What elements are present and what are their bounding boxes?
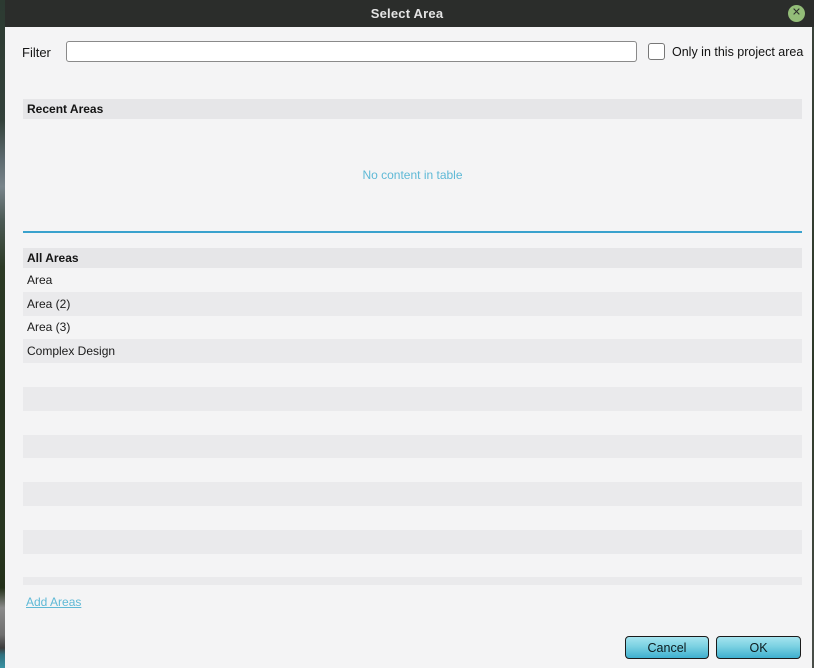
dialog-titlebar[interactable]: Select Area ✕	[0, 0, 814, 27]
close-button[interactable]: ✕	[788, 5, 805, 22]
only-in-project-checkbox[interactable]	[648, 43, 665, 60]
all-areas-rows: Area Area (2) Area (3) Complex Design	[23, 268, 802, 585]
close-icon: ✕	[791, 6, 802, 19]
table-row[interactable]	[23, 482, 802, 506]
cancel-button[interactable]: Cancel	[625, 636, 709, 659]
ok-button[interactable]: OK	[716, 636, 801, 659]
table-row[interactable]	[23, 458, 802, 482]
table-row[interactable]	[23, 577, 802, 585]
recent-areas-header: Recent Areas	[23, 99, 802, 119]
table-row[interactable]	[23, 554, 802, 578]
table-row[interactable]	[23, 506, 802, 530]
filter-input[interactable]	[66, 41, 637, 62]
filter-label: Filter	[22, 45, 51, 60]
desktop-background-sliver-left	[0, 0, 5, 668]
recent-areas-header-label: Recent Areas	[27, 102, 104, 116]
table-row[interactable]: Area	[23, 268, 802, 292]
table-row[interactable]	[23, 411, 802, 435]
table-row[interactable]	[23, 363, 802, 387]
table-row[interactable]	[23, 529, 802, 554]
all-areas-table[interactable]: All Areas Area Area (2) Area (3) Complex De…	[23, 248, 802, 585]
recent-areas-empty-message: No content in table	[362, 168, 463, 182]
dialog-title: Select Area	[370, 6, 444, 21]
recent-areas-table[interactable]: No content in table	[23, 119, 802, 231]
table-row[interactable]	[23, 386, 802, 411]
table-row[interactable]	[23, 434, 802, 459]
all-areas-header: All Areas	[23, 248, 802, 268]
table-row[interactable]: Complex Design	[23, 339, 802, 364]
recent-areas-focus-line	[23, 231, 802, 233]
add-areas-link[interactable]: Add Areas	[26, 595, 81, 609]
all-areas-header-label: All Areas	[27, 251, 79, 265]
table-row[interactable]: Area (3)	[23, 316, 802, 340]
only-in-project-label: Only in this project area	[672, 45, 804, 59]
table-row[interactable]: Area (2)	[23, 291, 802, 316]
